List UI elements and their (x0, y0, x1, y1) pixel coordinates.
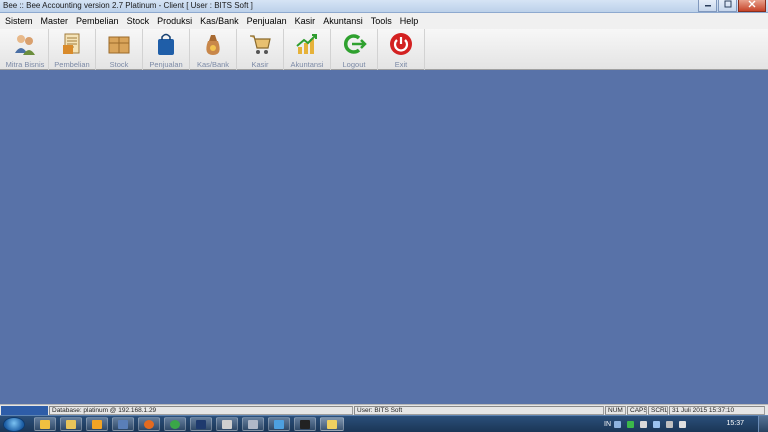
taskbar-app-chrome[interactable] (164, 417, 186, 431)
menu-tools[interactable]: Tools (367, 16, 396, 26)
status-user: User: BITS Soft (354, 406, 604, 415)
toolbar-label: Logout (342, 60, 366, 69)
purchase-icon (63, 33, 80, 54)
toolbar-label: Stock (109, 60, 129, 69)
shopping-bag-icon (158, 33, 174, 55)
minimize-button[interactable] (698, 0, 717, 12)
language-indicator[interactable]: IN (604, 421, 611, 428)
toolbar: Mitra Bisnis Pembelian Stock Penjualan K… (0, 29, 768, 70)
tray-app-icon[interactable] (627, 421, 634, 428)
menu-master[interactable]: Master (37, 16, 73, 26)
mdi-workspace[interactable] (0, 71, 768, 404)
maximize-button[interactable] (718, 0, 737, 12)
menu-sistem[interactable]: Sistem (1, 16, 37, 26)
taskbar-app-explorer-small[interactable] (34, 417, 56, 431)
taskbar-app-d[interactable] (242, 417, 264, 431)
network-icon[interactable] (653, 421, 660, 428)
taskbar-app-bee-accounting[interactable] (320, 417, 344, 431)
close-button[interactable] (738, 0, 766, 12)
status-caps: CAPS (627, 406, 647, 415)
status-indicator (1, 406, 48, 415)
status-database: Database: platinum @ 192.168.1.29 (49, 406, 353, 415)
chart-up-icon (296, 34, 317, 54)
kas-bank-button[interactable]: Kas/Bank (190, 29, 237, 70)
toolbar-label: Kasir (251, 60, 269, 69)
taskbar-app-e[interactable] (268, 417, 290, 431)
exit-button[interactable]: Exit (378, 29, 425, 70)
mitra-bisnis-button[interactable]: Mitra Bisnis (2, 29, 49, 70)
show-desktop-button[interactable] (758, 416, 768, 432)
power-icon (390, 33, 412, 55)
toolbar-label: Mitra Bisnis (5, 60, 45, 69)
menu-kas-bank[interactable]: Kas/Bank (196, 16, 243, 26)
status-datetime: 31 Juli 2015 15:37:10 (669, 406, 765, 415)
taskbar-app-c[interactable] (216, 417, 238, 431)
toolbar-label: Kas/Bank (196, 60, 230, 69)
window-title: Bee :: Bee Accounting version 2.7 Platin… (3, 1, 253, 10)
logout-icon (343, 34, 367, 54)
maximize-icon (724, 0, 731, 8)
taskbar-app-media-player[interactable] (86, 417, 108, 431)
system-tray: IN (604, 416, 689, 432)
close-icon (748, 0, 756, 8)
title-bar[interactable]: Bee :: Bee Accounting version 2.7 Platin… (0, 0, 768, 13)
minimize-icon (704, 5, 711, 7)
money-bag-icon (206, 35, 220, 55)
logout-button[interactable]: Logout (331, 29, 378, 70)
partners-icon (15, 35, 35, 55)
taskbar-app-firefox[interactable] (138, 417, 160, 431)
menu-pembelian[interactable]: Pembelian (72, 16, 123, 26)
akuntansi-button[interactable]: Akuntansi (284, 29, 331, 70)
menu-stock[interactable]: Stock (123, 16, 154, 26)
toolbar-label: Exit (394, 60, 408, 69)
status-bar: Database: platinum @ 192.168.1.29 User: … (0, 404, 768, 415)
status-num: NUM (605, 406, 626, 415)
menu-help[interactable]: Help (396, 16, 423, 26)
taskbar-app-explorer[interactable] (60, 417, 82, 431)
cashier-cart-icon (250, 35, 271, 54)
stock-box-icon (108, 36, 130, 54)
status-scrl: SCRL (648, 406, 668, 415)
taskbar-app-photoshop[interactable] (190, 417, 212, 431)
toolbar-label: Pembelian (54, 60, 90, 69)
menu-penjualan[interactable]: Penjualan (243, 16, 291, 26)
taskbar-app-console[interactable] (294, 417, 316, 431)
menu-kasir[interactable]: Kasir (291, 16, 320, 26)
stock-button[interactable]: Stock (96, 29, 143, 70)
taskbar-app-b[interactable] (112, 417, 134, 431)
toolbar-label: Akuntansi (290, 60, 324, 69)
tray-up-arrow-icon[interactable] (614, 421, 621, 428)
taskbar-clock[interactable]: 15:37 (726, 420, 744, 427)
menu-bar: Sistem Master Pembelian Stock Produksi K… (0, 13, 768, 29)
volume-icon[interactable] (679, 421, 686, 428)
kasir-button[interactable]: Kasir (237, 29, 284, 70)
menu-akuntansi[interactable]: Akuntansi (319, 16, 367, 26)
start-button[interactable] (3, 417, 25, 432)
tray-flag-icon[interactable] (640, 421, 647, 428)
taskbar: IN 15:37 (0, 415, 768, 432)
toolbar-label: Penjualan (149, 60, 183, 69)
menu-produksi[interactable]: Produksi (153, 16, 196, 26)
app-window: Bee :: Bee Accounting version 2.7 Platin… (0, 0, 768, 432)
window-controls (697, 0, 766, 12)
pembelian-button[interactable]: Pembelian (49, 29, 96, 70)
penjualan-button[interactable]: Penjualan (143, 29, 190, 70)
battery-icon[interactable] (666, 421, 673, 428)
